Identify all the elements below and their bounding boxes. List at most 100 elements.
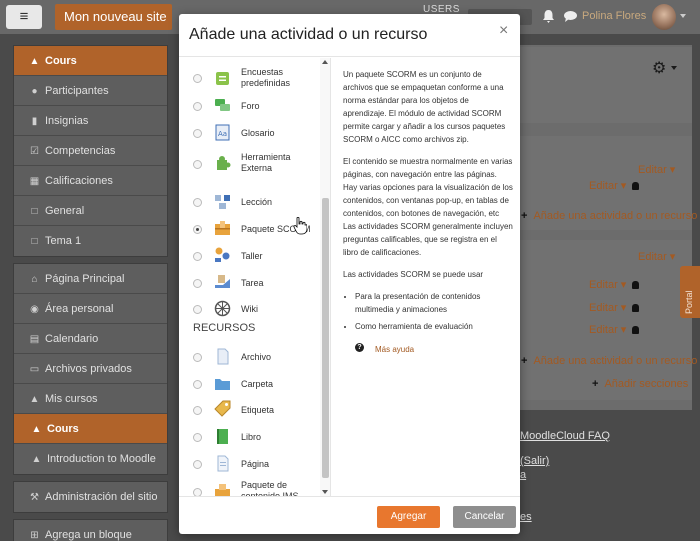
close-icon[interactable]: × bbox=[499, 22, 508, 40]
page-icon bbox=[217, 455, 229, 472]
bell-icon[interactable] bbox=[543, 10, 554, 23]
sidebar-item-archivos-privados[interactable]: ▭ Archivos privados bbox=[14, 354, 167, 384]
activity-option-herramienta-externa[interactable]: Herramienta Externa bbox=[179, 148, 319, 176]
add-activity-link[interactable]: + Añade una actividad o un recurso bbox=[521, 355, 697, 367]
site-name-link[interactable]: Mon nouveau site bbox=[55, 4, 172, 30]
more-help-link[interactable]: Más ayuda bbox=[375, 343, 414, 356]
add-activity-link[interactable]: + Añade una actividad o un recurso bbox=[521, 210, 697, 222]
edit-menu-link[interactable]: Editar ▾ bbox=[589, 179, 640, 192]
sidebar-item-tema-1[interactable]: □ Tema 1 bbox=[14, 226, 167, 256]
sidebar-item-insignias[interactable]: ▮ Insignias bbox=[14, 106, 167, 136]
activity-radio[interactable] bbox=[193, 160, 202, 169]
plus-square-icon: ⊞ bbox=[30, 530, 39, 541]
resource-radio[interactable] bbox=[193, 406, 202, 415]
activity-option-leccion[interactable]: Lección bbox=[179, 188, 319, 216]
resource-radio[interactable] bbox=[193, 488, 202, 496]
sidebar-item-general[interactable]: □ General bbox=[14, 196, 167, 226]
resource-option-pagina[interactable]: Página bbox=[179, 450, 319, 478]
glossary-icon: Aa bbox=[215, 124, 230, 141]
activity-radio[interactable] bbox=[193, 129, 202, 138]
shield-icon: ▮ bbox=[31, 116, 38, 127]
resource-radio[interactable] bbox=[193, 353, 202, 362]
resource-option-carpeta[interactable]: Carpeta bbox=[179, 370, 319, 398]
edit-menu-link[interactable]: Editar ▾ bbox=[589, 278, 640, 291]
svg-text:Aa: Aa bbox=[218, 130, 227, 138]
resource-option-etiqueta[interactable]: Etiqueta bbox=[179, 396, 319, 424]
folder-icon: □ bbox=[31, 236, 38, 247]
description-list: Para la presentación de contenidos multi… bbox=[355, 290, 513, 333]
wrench-icon: ⚒ bbox=[30, 492, 39, 503]
edit-menu-link[interactable]: Editar ▾ bbox=[589, 301, 640, 314]
table-icon: ▦ bbox=[29, 176, 40, 187]
add-button[interactable]: Agregar bbox=[377, 506, 440, 528]
resource-radio[interactable] bbox=[193, 433, 202, 442]
activity-option-taller[interactable]: Taller bbox=[179, 242, 319, 270]
lesson-icon bbox=[215, 195, 230, 209]
resource-option-archivo[interactable]: Archivo bbox=[179, 343, 319, 371]
activity-option-encuestas[interactable]: Encuestas predefinidas bbox=[179, 64, 319, 92]
menu-toggle-button[interactable]: ≡ bbox=[6, 5, 42, 29]
survey-icon bbox=[216, 72, 229, 85]
footer-link[interactable]: es bbox=[520, 511, 532, 523]
sidebar-item-cours-current[interactable]: ▲ Cours bbox=[14, 414, 167, 444]
description-paragraph: Las actividades SCORM se puede usar bbox=[343, 270, 484, 279]
sidebar-item-pagina-principal[interactable]: ⌂ Página Principal bbox=[14, 264, 167, 294]
scroll-down-icon[interactable] bbox=[322, 490, 328, 494]
activity-radio[interactable] bbox=[193, 279, 202, 288]
book-icon bbox=[217, 429, 228, 444]
hamburger-icon: ≡ bbox=[19, 8, 29, 25]
chat-icon[interactable] bbox=[564, 11, 577, 22]
activity-radio[interactable] bbox=[193, 102, 202, 111]
user-name[interactable]: Polina Flores bbox=[582, 10, 646, 22]
activity-chooser-list[interactable]: Encuestas predefinidas Foro Aa Glosario … bbox=[179, 58, 331, 496]
activity-radio[interactable] bbox=[193, 252, 202, 261]
faq-link[interactable]: MoodleCloud FAQ bbox=[520, 430, 610, 442]
sidebar-item-competencias[interactable]: ☑ Competencias bbox=[14, 136, 167, 166]
scroll-up-icon[interactable] bbox=[322, 60, 328, 64]
dialog-title: Añade una actividad o un recurso bbox=[189, 26, 428, 43]
sidebar-item-cours[interactable]: ▲ Cours bbox=[14, 46, 167, 76]
user-icon bbox=[632, 304, 640, 312]
avatar[interactable] bbox=[652, 4, 676, 30]
resource-option-libro[interactable]: Libro bbox=[179, 423, 319, 451]
help-row: ? Más ayuda bbox=[343, 343, 513, 359]
activity-option-foro[interactable]: Foro bbox=[179, 92, 319, 120]
sidebar-item-introduction-to-moodle[interactable]: ▲ Introduction to Moodle bbox=[14, 444, 167, 474]
sidebar-item-agrega-bloque[interactable]: ⊞ Agrega un bloque bbox=[14, 520, 167, 541]
activity-radio[interactable] bbox=[193, 74, 202, 83]
activity-option-glosario[interactable]: Aa Glosario bbox=[179, 119, 319, 147]
graduation-cap-icon: ▲ bbox=[29, 56, 40, 67]
activity-option-wiki[interactable]: Wiki bbox=[179, 295, 319, 323]
sidebar-item-calendario[interactable]: ▤ Calendario bbox=[14, 324, 167, 354]
wiki-icon bbox=[214, 300, 231, 317]
activity-radio-selected[interactable] bbox=[193, 225, 202, 234]
activity-radio[interactable] bbox=[193, 305, 202, 314]
scrollbar-thumb[interactable] bbox=[322, 198, 329, 478]
sidebar-item-area-personal[interactable]: ◉ Área personal bbox=[14, 294, 167, 324]
edit-menu-link[interactable]: Editar ▾ bbox=[638, 250, 675, 263]
sidebar-item-participantes[interactable]: ● Participantes bbox=[14, 76, 167, 106]
user-icon bbox=[632, 281, 640, 289]
edit-menu-link[interactable]: Editar ▾ bbox=[589, 323, 640, 336]
footer-link[interactable]: a bbox=[520, 469, 526, 481]
chevron-down-icon[interactable] bbox=[680, 14, 686, 18]
file-icon: ▭ bbox=[29, 364, 40, 375]
chevron-down-icon[interactable] bbox=[671, 66, 677, 70]
edit-menu-link[interactable]: Editar ▾ bbox=[638, 163, 675, 176]
description-paragraph: El contenido se muestra normalmente en v… bbox=[343, 157, 513, 257]
resource-radio[interactable] bbox=[193, 380, 202, 389]
resource-option-ims[interactable]: Paquete de contenido IMS bbox=[179, 477, 319, 496]
home-icon: ⌂ bbox=[31, 274, 38, 285]
left-sidebar: ▲ Cours ● Participantes ▮ Insignias ☑ Compet… bbox=[13, 45, 168, 541]
add-sections-link[interactable]: + Añadir secciones bbox=[592, 378, 688, 390]
sidebar-item-mis-cursos[interactable]: ▲ Mis cursos bbox=[14, 384, 167, 414]
sidebar-item-calificaciones[interactable]: ▦ Calificaciones bbox=[14, 166, 167, 196]
logout-link[interactable]: (Salir) bbox=[520, 455, 549, 467]
sidebar-item-administracion[interactable]: ⚒ Administración del sitio bbox=[14, 482, 167, 512]
activity-radio[interactable] bbox=[193, 198, 202, 207]
gear-icon[interactable]: ⚙ bbox=[652, 58, 666, 78]
cancel-button[interactable]: Cancelar bbox=[453, 506, 516, 528]
activity-option-tarea[interactable]: Tarea bbox=[179, 269, 319, 297]
graduation-cap-icon: ▲ bbox=[31, 454, 42, 465]
resource-radio[interactable] bbox=[193, 460, 202, 469]
